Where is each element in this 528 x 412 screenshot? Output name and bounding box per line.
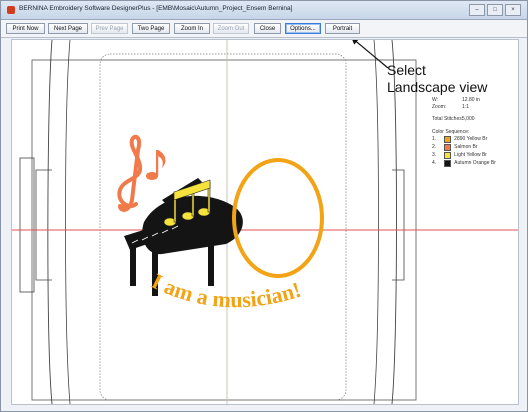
color-item: 1. 2890 Yellow Br (432, 136, 512, 143)
minimize-button[interactable]: – (469, 4, 485, 16)
info-value: 5,000 (462, 116, 475, 122)
bernina-app-icon (7, 6, 15, 14)
close-preview-button[interactable]: Close (254, 23, 281, 34)
callout-line-1: Select (387, 62, 426, 78)
maximize-button[interactable]: □ (487, 4, 503, 16)
color-name: Light Yellow Br (454, 152, 487, 158)
info-key: Total Stitches: (432, 116, 464, 122)
colors-heading: Color Sequence: (432, 128, 470, 135)
callout-line-2: Landscape view (387, 79, 488, 95)
next-page-button[interactable]: Next Page (48, 23, 88, 34)
color-item: 3. Light Yellow Br (432, 152, 512, 159)
color-item: 4. Autumn Orange Br (432, 160, 512, 167)
info-key: Zoom: (432, 103, 447, 110)
color-swatch (444, 136, 452, 143)
close-window-button[interactable]: × (505, 4, 521, 16)
landscape-view-callout: Select Landscape view (387, 62, 487, 96)
color-swatch (444, 160, 452, 167)
preview-toolbar: Print Now Next Page Prev Page Two Page Z… (1, 20, 527, 38)
window-controls: – □ × (469, 4, 521, 16)
info-row: Total Stitches: 5,000 (432, 116, 512, 123)
two-page-button[interactable]: Two Page (132, 23, 170, 34)
color-name: Autumn Orange Br (454, 160, 496, 166)
design-info-panel: W: 12.80 in Zoom: 1:1 Total Stitches: 5,… (432, 97, 512, 167)
color-item: 2. Salmon Br (432, 144, 512, 151)
color-name: Salmon Br (454, 144, 478, 150)
print-now-button[interactable]: Print Now (6, 23, 45, 34)
color-number: 4. (432, 160, 437, 166)
color-swatch (444, 144, 452, 151)
color-swatch (444, 152, 452, 159)
portrait-button[interactable]: Portrait (325, 23, 360, 34)
info-row: Zoom: 1:1 (432, 104, 512, 111)
zoom-out-button[interactable]: Zoom Out (213, 23, 249, 34)
color-number: 2. (432, 144, 437, 150)
info-value: 1:1 (462, 103, 469, 110)
window-title: BERNINA Embroidery Software DesignerPlus… (19, 5, 293, 12)
prev-page-button[interactable]: Prev Page (91, 23, 128, 34)
color-name: 2890 Yellow Br (454, 136, 488, 142)
zoom-in-button[interactable]: Zoom In (174, 23, 210, 34)
print-preview-window: BERNINA Embroidery Software DesignerPlus… (0, 0, 528, 412)
title-bar[interactable]: BERNINA Embroidery Software DesignerPlus… (1, 1, 527, 20)
arrow-line (351, 40, 389, 69)
color-number: 1. (432, 136, 437, 142)
color-number: 3. (432, 152, 437, 158)
options-button[interactable]: Options... (285, 23, 321, 34)
